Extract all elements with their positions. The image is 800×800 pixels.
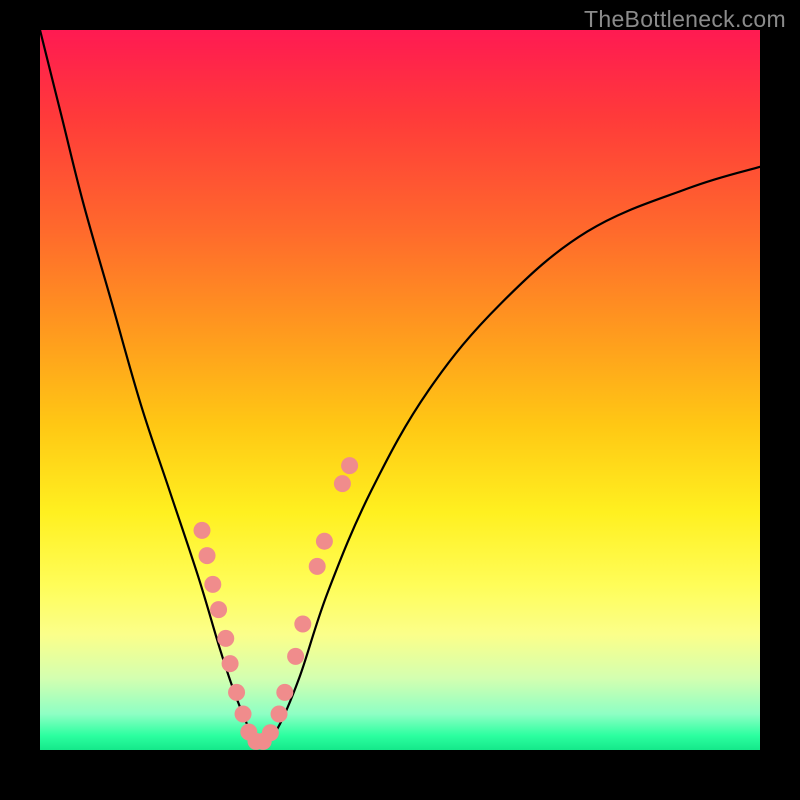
- data-marker: [334, 475, 351, 492]
- data-marker: [222, 655, 239, 672]
- data-marker: [287, 648, 304, 665]
- data-marker: [309, 558, 326, 575]
- data-marker: [217, 630, 234, 647]
- chart-container: TheBottleneck.com: [0, 0, 800, 800]
- data-marker: [276, 684, 293, 701]
- data-marker: [204, 576, 221, 593]
- data-marker: [316, 533, 333, 550]
- data-marker: [235, 706, 252, 723]
- watermark-text: TheBottleneck.com: [584, 6, 786, 33]
- plot-area: [40, 30, 760, 750]
- data-marker: [294, 616, 311, 633]
- data-marker: [341, 457, 358, 474]
- data-marker: [210, 601, 227, 618]
- data-marker: [194, 522, 211, 539]
- data-marker: [262, 724, 279, 741]
- data-marker: [228, 684, 245, 701]
- data-marker: [271, 706, 288, 723]
- marker-group: [194, 457, 359, 750]
- data-marker: [199, 547, 216, 564]
- chart-svg: [40, 30, 760, 750]
- bottleneck-curve: [40, 30, 760, 745]
